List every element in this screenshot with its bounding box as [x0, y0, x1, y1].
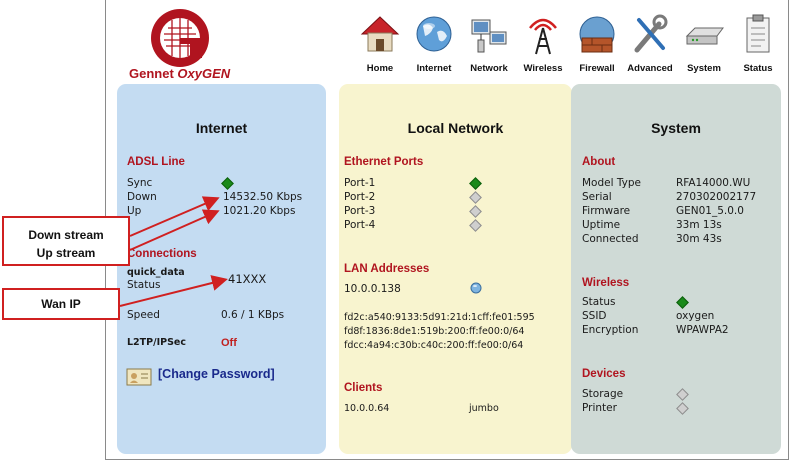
- port-2-label: Port-2: [344, 191, 376, 203]
- l2tp-value: Off: [221, 337, 237, 349]
- local-network-title: Local Network: [407, 120, 504, 136]
- up-value: 1021.20 Kbps: [223, 205, 296, 217]
- lan-ipv4: 10.0.0.138: [344, 283, 401, 295]
- id-card-icon: [126, 368, 152, 386]
- uptime-label: Uptime: [582, 219, 621, 231]
- model-type-label: Model Type: [582, 177, 641, 189]
- nav-network[interactable]: Network: [458, 12, 520, 82]
- clipboard-icon: [746, 14, 770, 53]
- about-heading: About: [582, 156, 616, 168]
- firmware-label: Firmware: [582, 205, 631, 217]
- client-ip: 10.0.0.64: [344, 403, 390, 414]
- connection-name: quick_data: [127, 267, 185, 278]
- brand-name: Gennet OxyGEN: [129, 66, 231, 81]
- client-name: jumbo: [469, 403, 499, 414]
- devices-heading: Devices: [582, 368, 626, 380]
- stream-callout: Down stream Up stream: [2, 216, 130, 266]
- wan-ip-value: 41XXX: [228, 272, 267, 286]
- down-value: 14532.50 Kbps: [223, 191, 303, 203]
- encryption-value: WPAWPA2: [676, 324, 729, 336]
- clients-heading: Clients: [344, 382, 383, 394]
- adsl-heading: ADSL Line: [127, 156, 185, 168]
- connection-status-label: Status: [127, 279, 161, 291]
- port-1-label: Port-1: [344, 177, 376, 189]
- nav-internet[interactable]: Internet: [403, 12, 465, 82]
- lan-ipv6-1: fd2c:a540:9133:5d91:21d:1cff:fe01:595: [344, 312, 535, 323]
- uptime-value: 33m 13s: [676, 219, 722, 231]
- wireless-tower-icon: [529, 18, 557, 55]
- lan-heading: LAN Addresses: [344, 263, 430, 275]
- tools-icon: [634, 14, 668, 53]
- storage-label: Storage: [582, 388, 624, 400]
- port-3-label: Port-3: [344, 205, 376, 217]
- nav-status[interactable]: Status: [727, 12, 789, 82]
- connected-label: Connected: [582, 233, 639, 245]
- system-title: System: [651, 120, 701, 136]
- l2tp-label: L2TP/IPSec: [127, 337, 186, 348]
- serial-value: 270302002177: [676, 191, 757, 203]
- nav-advanced[interactable]: Advanced: [619, 12, 681, 82]
- globe-icon: [416, 16, 452, 52]
- nav-wireless[interactable]: Wireless: [512, 12, 574, 82]
- port-4-label: Port-4: [344, 219, 376, 231]
- printer-label: Printer: [582, 402, 617, 414]
- encryption-label: Encryption: [582, 324, 639, 336]
- firmware-value: GEN01_5.0.0: [676, 205, 744, 217]
- router-icon: [685, 27, 724, 45]
- ssid-value: oxygen: [676, 310, 715, 322]
- home-icon: [360, 16, 400, 52]
- network-icon: [471, 19, 507, 53]
- firewall-icon: [579, 16, 615, 53]
- speed-label: Speed: [127, 309, 160, 321]
- serial-label: Serial: [582, 191, 612, 203]
- connections-heading: Connections: [127, 248, 197, 260]
- speed-value: 0.6 / 1 KBps: [221, 309, 285, 321]
- connected-value: 30m 43s: [676, 233, 722, 245]
- wireless-status-label: Status: [582, 296, 616, 308]
- wan-ip-callout: Wan IP: [2, 288, 120, 320]
- wireless-heading: Wireless: [582, 277, 630, 289]
- nav-home[interactable]: Home: [349, 12, 411, 82]
- sync-label: Sync: [127, 177, 153, 189]
- lan-ipv6-2: fd8f:1836:8de1:519b:200:ff:fe00:0/64: [344, 326, 525, 337]
- ssid-label: SSID: [582, 310, 607, 322]
- lan-ipv6-3: fdcc:4a94:c30b:c40c:200:ff:fe00:0/64: [344, 340, 524, 351]
- down-label: Down: [127, 191, 157, 203]
- model-type-value: RFA14000.WU: [676, 177, 751, 189]
- globe-small-icon[interactable]: [470, 282, 482, 294]
- gennet-logo-icon: [151, 9, 209, 67]
- change-password-link[interactable]: [Change Password]: [158, 367, 275, 381]
- nav-system[interactable]: System: [673, 12, 735, 82]
- internet-title: Internet: [195, 120, 248, 136]
- ethernet-heading: Ethernet Ports: [344, 156, 424, 168]
